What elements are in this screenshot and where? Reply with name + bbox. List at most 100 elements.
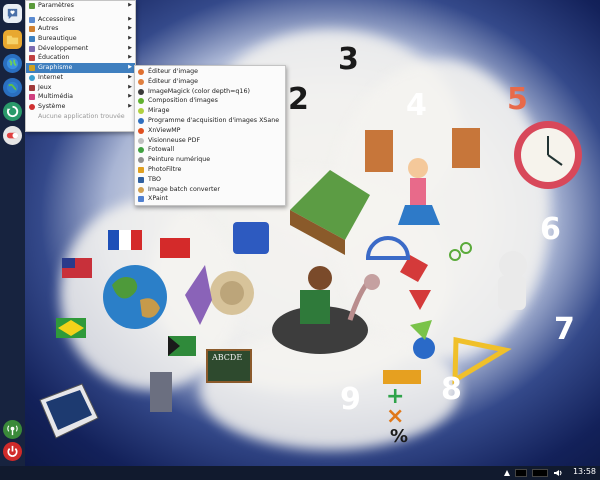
composition-icon — [138, 98, 144, 105]
menu-item-bureautique[interactable]: Bureautique ▶ — [26, 34, 135, 44]
menu-item-label: Paramètres — [38, 2, 74, 9]
submenu-item-image-editor-1[interactable]: Éditeur d'image — [135, 67, 285, 77]
wallpaper-number-5: 5 — [507, 82, 528, 117]
submenu-arrow-icon: ▶ — [128, 15, 132, 22]
browser-button[interactable] — [3, 54, 22, 73]
menu-item-internet[interactable]: Internet ▶ — [26, 73, 135, 83]
submenu-item-label: Fotowall — [148, 146, 175, 154]
toggle-icon — [6, 132, 19, 139]
photofiltre-icon — [138, 166, 144, 173]
volume-icon[interactable] — [553, 469, 563, 477]
internet-icon — [29, 74, 35, 81]
submenu-item-image-editor-2[interactable]: Éditeur d'image — [135, 77, 285, 87]
submenu-item-label: Éditeur d'image — [148, 77, 198, 85]
wallpaper-percent-sign: % — [390, 426, 409, 447]
tray-indicator-1[interactable] — [515, 469, 527, 477]
menu-item-no-app-found: Aucune application trouvée — [26, 112, 135, 122]
mirage-icon — [138, 108, 144, 115]
pdf-icon — [138, 137, 144, 144]
submenu-arrow-icon: ▶ — [128, 25, 132, 32]
xnview-icon — [138, 127, 144, 134]
submenu-item-image-batch-converter[interactable]: Image batch converter — [135, 185, 285, 195]
batch-converter-icon — [138, 186, 144, 193]
painting-icon — [138, 157, 144, 164]
submenu-item-mirage[interactable]: Mirage — [135, 106, 285, 116]
network-button[interactable] — [3, 420, 22, 439]
menu-item-jeux[interactable]: Jeux ▶ — [26, 83, 135, 93]
wallpaper-number-7: 7 — [554, 312, 575, 347]
scanner-icon — [138, 117, 144, 124]
menu-item-education[interactable]: Éducation ▶ — [26, 53, 135, 63]
menu-item-developpement[interactable]: Développement ▶ — [26, 44, 135, 54]
software-center-button[interactable] — [3, 78, 22, 97]
accessories-icon — [29, 16, 35, 23]
office-icon — [29, 36, 35, 43]
menu-item-label: Bureautique — [38, 35, 77, 43]
wallpaper-number-9: 9 — [340, 382, 361, 417]
submenu-item-label: Image batch converter — [148, 185, 220, 193]
submenu-item-fotowall[interactable]: Fotowall — [135, 145, 285, 155]
submenu-item-label: Composition d'images — [148, 97, 218, 105]
submenu-item-pdf-viewer[interactable]: Visionneuse PDF — [135, 136, 285, 146]
submenu-item-digital-painting[interactable]: Peinture numérique — [135, 155, 285, 165]
xpaint-icon — [138, 196, 144, 203]
submenu-arrow-icon: ▶ — [128, 54, 132, 61]
menu-item-label: Système — [38, 102, 66, 110]
application-menu: Paramètres ▶ Accessoires ▶ Autres ▶ Bureaut… — [25, 0, 136, 132]
system-icon — [29, 103, 35, 110]
graphics-submenu: Éditeur d'image Éditeur d'image ImageMag… — [134, 65, 286, 206]
settings-icon — [29, 3, 35, 9]
submenu-item-xnviewmp[interactable]: XnViewMP — [135, 126, 285, 136]
wallpaper-number-4: 4 — [406, 88, 427, 123]
menu-item-graphisme[interactable]: Graphisme ▶ — [26, 63, 135, 73]
menu-item-label: Autres — [38, 25, 59, 33]
heart-chat-icon — [7, 8, 18, 20]
other-icon — [29, 26, 35, 33]
taskbar-clock[interactable]: 13:58 — [573, 467, 596, 476]
submenu-item-label: Éditeur d'image — [148, 68, 198, 75]
games-icon — [29, 84, 35, 91]
network-tray-icon[interactable] — [503, 469, 511, 477]
submenu-item-photofiltre[interactable]: PhotoFiltre — [135, 165, 285, 175]
menu-item-label: Aucune application trouvée — [38, 112, 125, 120]
multimedia-icon — [29, 94, 35, 101]
education-icon — [29, 55, 35, 62]
submenu-item-label: XPaint — [148, 195, 168, 203]
submenu-item-tbo[interactable]: TBO — [135, 175, 285, 185]
submenu-item-xpaint[interactable]: XPaint — [135, 194, 285, 204]
menu-item-parametres[interactable]: Paramètres ▶ — [26, 1, 135, 11]
globe-icon — [6, 57, 19, 70]
submenu-arrow-icon: ▶ — [128, 102, 132, 109]
submenu-arrow-icon: ▶ — [128, 64, 132, 71]
power-button[interactable] — [3, 442, 22, 461]
submenu-item-imagemagick[interactable]: ImageMagick (color depth=q16) — [135, 87, 285, 97]
menu-item-label: Développement — [38, 44, 89, 52]
menu-item-multimedia[interactable]: Multimédia ▶ — [26, 92, 135, 102]
submenu-arrow-icon: ▶ — [128, 83, 132, 90]
earth-icon — [6, 81, 19, 94]
folder-icon — [6, 35, 19, 45]
menu-item-label: Accessoires — [38, 15, 75, 23]
image-editor-icon — [138, 78, 144, 85]
submenu-item-xsane[interactable]: Programme d'acquisition d'images XSane — [135, 116, 285, 126]
menu-item-label: Multimédia — [38, 93, 74, 101]
side-dock — [0, 0, 25, 466]
tray-indicator-2[interactable] — [532, 469, 548, 477]
menu-item-systeme[interactable]: Système ▶ — [26, 102, 135, 112]
menu-item-autres[interactable]: Autres ▶ — [26, 24, 135, 34]
menu-item-label: Éducation — [38, 54, 70, 62]
submenu-item-label: TBO — [148, 175, 162, 183]
imagemagick-icon — [138, 88, 144, 95]
menu-item-label: Graphisme — [38, 64, 73, 72]
wallpaper-number-8: 8 — [441, 372, 462, 407]
menu-item-accessoires[interactable]: Accessoires ▶ — [26, 15, 135, 25]
menu-launcher-button[interactable] — [3, 4, 22, 23]
submenu-item-image-composition[interactable]: Composition d'images — [135, 96, 285, 106]
files-button[interactable] — [3, 30, 22, 49]
submenu-item-label: Peinture numérique — [148, 156, 211, 164]
update-button[interactable] — [3, 102, 22, 121]
image-editor-icon — [138, 69, 144, 75]
settings-toggle-button[interactable] — [3, 126, 22, 145]
submenu-item-label: Visionneuse PDF — [148, 136, 201, 144]
submenu-item-label: Mirage — [148, 107, 170, 115]
